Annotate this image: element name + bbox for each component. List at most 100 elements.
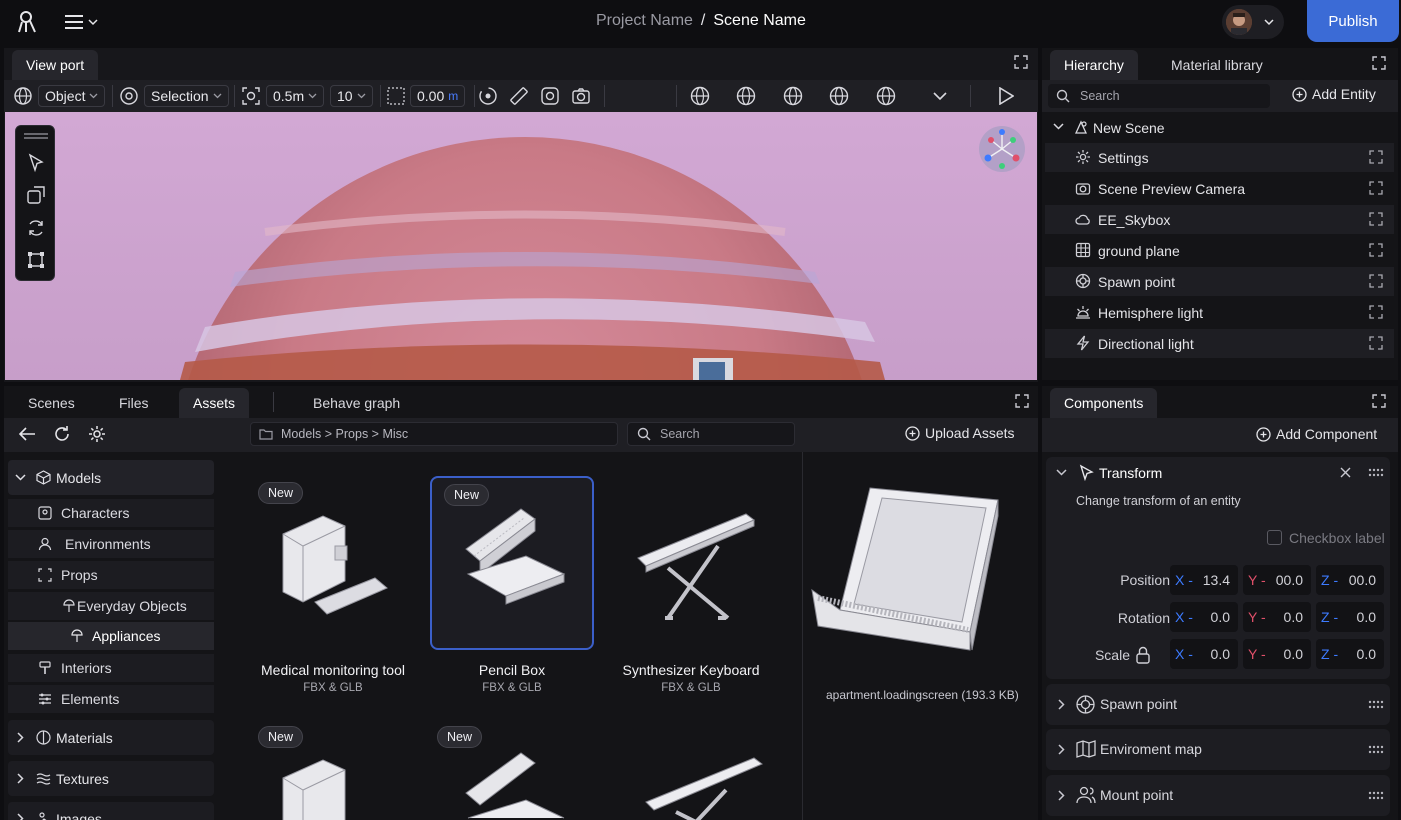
add-entity-button[interactable]: Add Entity <box>1292 86 1376 102</box>
snap-distance-select[interactable]: 0.5m <box>266 85 325 107</box>
scale-y-field[interactable]: Y - 0.0 <box>1243 639 1311 669</box>
hierarchy-item[interactable]: Spawn point <box>1045 267 1394 296</box>
selection-select[interactable]: Selection <box>144 85 229 107</box>
asset-card[interactable] <box>608 720 774 820</box>
lasso-icon[interactable] <box>539 85 561 107</box>
scale-x-field[interactable]: X - 0.0 <box>1170 639 1238 669</box>
globe-icon[interactable] <box>12 85 34 107</box>
tab-hierarchy[interactable]: Hierarchy <box>1050 50 1138 80</box>
component-environment-map[interactable]: Enviroment map <box>1046 729 1390 770</box>
close-icon[interactable] <box>1340 467 1351 478</box>
expand-icon[interactable] <box>1369 243 1383 257</box>
view-gizmo[interactable] <box>979 126 1025 172</box>
drag-handle-icon[interactable] <box>1368 468 1384 478</box>
tab-components[interactable]: Components <box>1050 388 1158 418</box>
grid-snap-icon[interactable] <box>385 85 407 107</box>
back-arrow-icon[interactable] <box>18 426 36 442</box>
rotate-tool-icon[interactable] <box>26 218 46 238</box>
asset-card[interactable]: New <box>430 720 596 820</box>
globe-icon[interactable] <box>782 85 804 107</box>
sidebar-item-everyday-objects[interactable]: Everyday Objects <box>8 592 214 620</box>
rotation-z-field[interactable]: Z - 0.0 <box>1316 602 1384 632</box>
upload-assets-button[interactable]: Upload Assets <box>905 425 1015 441</box>
target-icon[interactable] <box>118 85 140 107</box>
mode-select[interactable]: Object <box>38 85 106 107</box>
sidebar-item-appliances[interactable]: Appliances <box>8 622 214 650</box>
sidebar-textures[interactable]: Textures <box>8 761 214 796</box>
tab-viewport[interactable]: View port <box>12 50 99 80</box>
expand-icon[interactable] <box>1369 212 1383 226</box>
select-arrow-icon[interactable] <box>26 153 46 173</box>
expand-icon[interactable] <box>1369 181 1383 195</box>
globe-icon[interactable] <box>689 85 711 107</box>
component-spawn-point[interactable]: Spawn point <box>1046 684 1390 725</box>
hierarchy-root[interactable]: New Scene <box>1045 113 1394 142</box>
snap-focus-icon[interactable] <box>240 85 262 107</box>
tab-assets[interactable]: Assets <box>179 388 250 418</box>
drag-handle-icon[interactable] <box>1368 700 1384 710</box>
sidebar-item-characters[interactable]: Characters <box>8 499 214 527</box>
sidebar-item-interiors[interactable]: Interiors <box>8 654 214 682</box>
hierarchy-item[interactable]: Settings <box>1045 143 1394 172</box>
expand-icon[interactable] <box>1369 336 1383 350</box>
expand-icon[interactable] <box>1369 305 1383 319</box>
main-menu-button[interactable] <box>64 12 104 32</box>
expand-icon[interactable] <box>1372 56 1386 70</box>
rotation-x-field[interactable]: X - 0.0 <box>1170 602 1238 632</box>
expand-icon[interactable] <box>1369 274 1383 288</box>
orbit-icon[interactable] <box>477 85 499 107</box>
asset-card-pencil-box-selected[interactable]: New Pencil Box FBX & GLB <box>430 476 594 694</box>
asset-card-synthesizer[interactable]: Synthesizer Keyboard FBX & GLB <box>608 476 774 694</box>
sidebar-item-elements[interactable]: Elements <box>8 685 214 713</box>
snap-count-select[interactable]: 10 <box>330 85 373 107</box>
asset-card[interactable]: New <box>250 720 416 820</box>
tab-scenes[interactable]: Scenes <box>14 388 89 418</box>
viewport-canvas[interactable] <box>5 112 1037 380</box>
refresh-icon[interactable] <box>53 425 71 443</box>
hierarchy-item[interactable]: Directional light <box>1045 329 1394 358</box>
sidebar-materials[interactable]: Materials <box>8 720 214 755</box>
tab-behave-graph[interactable]: Behave graph <box>299 388 414 418</box>
position-y-field[interactable]: Y - 00.0 <box>1243 565 1311 595</box>
scale-tool-icon[interactable] <box>26 250 46 270</box>
drag-handle-icon[interactable] <box>1368 791 1384 801</box>
component-mount-point[interactable]: Mount point <box>1046 775 1390 816</box>
project-name[interactable]: Project Name <box>596 12 693 30</box>
expand-icon[interactable] <box>1369 150 1383 164</box>
sidebar-images[interactable]: Images <box>8 802 214 820</box>
screenshot-camera-icon[interactable] <box>570 85 592 107</box>
hierarchy-item[interactable]: EE_Skybox <box>1045 205 1394 234</box>
globe-icon[interactable] <box>875 85 897 107</box>
globe-icon[interactable] <box>828 85 850 107</box>
expand-icon[interactable] <box>1372 394 1386 408</box>
drag-handle-icon[interactable] <box>24 133 48 139</box>
add-component-button[interactable]: Add Component <box>1256 426 1377 442</box>
scene-name[interactable]: Scene Name <box>713 12 806 30</box>
lock-icon[interactable] <box>1135 646 1151 664</box>
chevron-down-icon[interactable] <box>929 85 951 107</box>
asset-card-medical[interactable]: New Medical monitoring tool FBX & GLB <box>250 476 416 694</box>
hierarchy-search[interactable]: Search <box>1048 84 1270 108</box>
hierarchy-item[interactable]: Scene Preview Camera <box>1045 174 1394 203</box>
drag-handle-icon[interactable] <box>1368 745 1384 755</box>
assets-search[interactable]: Search <box>627 422 795 446</box>
app-logo[interactable] <box>16 10 38 34</box>
expand-icon[interactable] <box>1014 55 1028 69</box>
publish-button[interactable]: Publish <box>1307 0 1399 42</box>
checkbox[interactable] <box>1267 530 1282 545</box>
sidebar-item-props[interactable]: Props <box>8 561 214 589</box>
scale-z-field[interactable]: Z - 0.0 <box>1316 639 1384 669</box>
position-z-field[interactable]: Z - 00.0 <box>1316 565 1384 595</box>
tab-files[interactable]: Files <box>105 388 163 418</box>
play-icon[interactable] <box>995 85 1017 107</box>
user-menu[interactable] <box>1222 5 1284 39</box>
ruler-icon[interactable] <box>508 85 530 107</box>
value-field[interactable]: 0.00 m <box>410 85 466 107</box>
move-tool-icon[interactable] <box>26 185 46 205</box>
breadcrumb-path[interactable]: Models > Props > Misc <box>250 422 618 446</box>
hierarchy-item[interactable]: ground plane <box>1045 236 1394 265</box>
hierarchy-item[interactable]: Hemisphere light <box>1045 298 1394 327</box>
sidebar-item-environments[interactable]: Environments <box>8 530 214 558</box>
rotation-y-field[interactable]: Y - 0.0 <box>1243 602 1311 632</box>
gear-icon[interactable] <box>88 425 106 443</box>
